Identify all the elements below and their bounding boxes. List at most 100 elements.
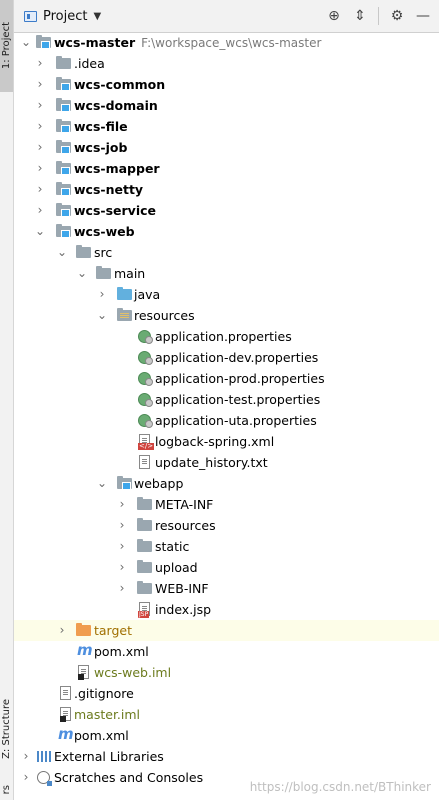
tree-node[interactable]: › wcs-mapper [14, 158, 439, 179]
text-file-icon [60, 686, 71, 700]
chevron-right-icon[interactable]: › [116, 536, 128, 557]
text-file-icon [139, 455, 150, 469]
tree-node-label: pom.xml [74, 728, 129, 743]
spring-properties-icon [138, 372, 153, 386]
project-tab-label: 1: Project [1, 22, 12, 70]
tree-node-label: java [134, 287, 161, 302]
chevron-right-icon[interactable]: › [116, 557, 128, 578]
tree-node-label: resources [134, 308, 195, 323]
locate-icon[interactable]: ⊕ [326, 8, 342, 24]
chevron-down-icon[interactable]: ⌄ [34, 221, 46, 242]
tree-node[interactable]: › .idea [14, 53, 439, 74]
module-folder-icon [56, 119, 71, 133]
chevron-right-icon[interactable]: › [34, 53, 46, 74]
tree-node-label: application-uta.properties [155, 413, 317, 428]
tree-node-label: application-prod.properties [155, 371, 325, 386]
iml-file-icon [78, 665, 89, 680]
tree-node[interactable]: › META-INF [14, 494, 439, 515]
tree-node[interactable]: .gitignore [14, 683, 439, 704]
chevron-right-icon[interactable]: › [20, 767, 32, 788]
chevron-right-icon[interactable]: › [116, 515, 128, 536]
tree-node[interactable]: application-uta.properties [14, 410, 439, 431]
tree-node[interactable]: › wcs-domain [14, 95, 439, 116]
tree-node[interactable]: › java [14, 284, 439, 305]
bottom-tool-tab[interactable]: rs [0, 782, 13, 798]
chevron-right-icon[interactable]: › [116, 494, 128, 515]
spring-properties-icon [138, 414, 153, 428]
scratches-icon [37, 771, 52, 786]
chevron-right-icon[interactable]: › [34, 200, 46, 221]
tree-node-label: .idea [74, 56, 105, 71]
tree-node[interactable]: ⌄ webapp [14, 473, 439, 494]
tree-node-label: static [155, 539, 190, 554]
hide-icon[interactable]: — [415, 8, 431, 24]
tree-node-label: target [94, 623, 133, 638]
project-tool-tab[interactable]: 1: Project [0, 0, 13, 92]
tree-node-excluded[interactable]: › target [14, 620, 439, 641]
project-view-title[interactable]: Project [43, 9, 87, 24]
tree-node[interactable]: › static [14, 536, 439, 557]
tree-node[interactable]: application-dev.properties [14, 347, 439, 368]
tree-node[interactable]: › upload [14, 557, 439, 578]
tree-node[interactable]: application-test.properties [14, 389, 439, 410]
tree-node[interactable]: wcs-web.iml [14, 662, 439, 683]
tree-node-label: main [114, 266, 146, 281]
chevron-down-icon[interactable]: ⌄ [56, 242, 68, 263]
gear-icon[interactable]: ⚙ [389, 8, 405, 24]
chevron-down-icon[interactable]: ⌄ [76, 263, 88, 284]
chevron-right-icon[interactable]: › [34, 116, 46, 137]
tree-node[interactable]: application.properties [14, 326, 439, 347]
chevron-right-icon[interactable]: › [20, 746, 32, 767]
tree-node[interactable]: ⌄ wcs-web [14, 221, 439, 242]
tree-node[interactable]: master.iml [14, 704, 439, 725]
tree-node-label: webapp [134, 476, 184, 491]
tree-node[interactable]: › WEB-INF [14, 578, 439, 599]
tree-node[interactable]: m pom.xml [14, 641, 439, 662]
module-folder-icon [36, 35, 51, 49]
root-label: wcs-master F:\workspace_wcs\wcs-master [54, 35, 322, 50]
chevron-right-icon[interactable]: › [34, 158, 46, 179]
chevron-right-icon[interactable]: › [34, 137, 46, 158]
tree-node[interactable]: › External Libraries [14, 746, 439, 767]
tree-node[interactable]: › wcs-service [14, 200, 439, 221]
folder-icon [137, 497, 152, 510]
chevron-right-icon[interactable]: › [34, 95, 46, 116]
tree-node[interactable]: m pom.xml [14, 725, 439, 746]
tree-node[interactable]: › wcs-file [14, 116, 439, 137]
chevron-right-icon[interactable]: › [96, 284, 108, 305]
tree-node[interactable]: › wcs-netty [14, 179, 439, 200]
chevron-down-icon[interactable]: ▼ [93, 11, 101, 22]
tree-node-root[interactable]: ⌄ wcs-master F:\workspace_wcs\wcs-master [14, 32, 439, 53]
tree-node-label: master.iml [74, 707, 141, 722]
tree-node-label: application.properties [155, 329, 292, 344]
module-folder-icon [56, 161, 71, 175]
chevron-right-icon[interactable]: › [34, 179, 46, 200]
tree-node-label: External Libraries [54, 749, 164, 764]
chevron-down-icon[interactable]: ⌄ [96, 305, 108, 326]
module-folder-icon [56, 224, 71, 238]
project-tree: ⌄ wcs-master F:\workspace_wcs\wcs-master … [14, 32, 439, 800]
chevron-right-icon[interactable]: › [116, 578, 128, 599]
tree-node[interactable]: ⌄ src [14, 242, 439, 263]
chevron-down-icon[interactable]: ⌄ [20, 32, 32, 53]
folder-icon [96, 266, 111, 279]
chevron-right-icon[interactable]: › [56, 620, 68, 641]
module-folder-icon [56, 77, 71, 91]
tree-node[interactable]: › resources [14, 515, 439, 536]
toolbar-separator [378, 7, 379, 25]
tree-node[interactable]: application-prod.properties [14, 368, 439, 389]
tree-node[interactable]: ⌄ main [14, 263, 439, 284]
collapse-all-icon[interactable]: ⇕ [352, 8, 368, 24]
tree-node[interactable]: update_history.txt [14, 452, 439, 473]
tree-node[interactable]: › wcs-job [14, 137, 439, 158]
tree-node[interactable]: › wcs-common [14, 74, 439, 95]
tree-node[interactable]: ⌄ resources [14, 305, 439, 326]
tree-node[interactable]: logback-spring.xml [14, 431, 439, 452]
chevron-right-icon[interactable]: › [34, 74, 46, 95]
tree-node[interactable]: index.jsp [14, 599, 439, 620]
structure-tool-tab[interactable]: Z: Structure [0, 690, 13, 768]
libraries-icon [37, 751, 51, 762]
resources-folder-icon [117, 308, 132, 321]
tree-node-label: WEB-INF [155, 581, 209, 596]
chevron-down-icon[interactable]: ⌄ [96, 473, 108, 494]
